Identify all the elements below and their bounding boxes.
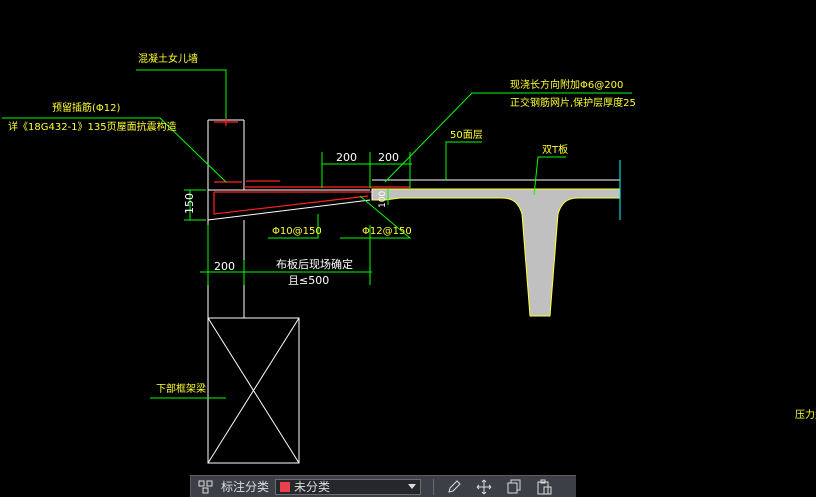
category-select[interactable]: 未分类 xyxy=(275,478,422,495)
paste-icon[interactable] xyxy=(532,478,556,496)
rebar-top-label: 预留插筋(Φ12) xyxy=(52,101,120,114)
parapet-wall xyxy=(207,119,245,190)
toolbar-divider xyxy=(433,478,435,495)
beam-label: 下部框架梁 xyxy=(156,382,206,395)
dim-200a: 200 xyxy=(336,151,357,164)
frame-beam-box xyxy=(207,317,300,464)
rebar-detail-label: 详《18G432-1》135页屋面抗震构造 xyxy=(8,120,177,133)
seat-note-2-label: 且≤500 xyxy=(288,274,329,287)
bar-1-label: Φ10@150 xyxy=(272,226,322,237)
mesh-top-label: 现浇长方向附加Φ6@200 xyxy=(510,78,623,91)
dim-200b: 200 xyxy=(378,151,399,164)
edit-icon[interactable] xyxy=(442,478,466,496)
mesh-detail-label: 正交钢筋网片,保护层厚度25 xyxy=(510,96,636,109)
layers-icon[interactable] xyxy=(197,479,215,495)
chevron-down-icon xyxy=(408,484,417,489)
bar-2-label: Φ12@150 xyxy=(362,226,412,237)
double-tee-label: 双T板 xyxy=(542,143,568,156)
dim-100: 100 xyxy=(378,191,388,208)
parapet-label: 混凝土女儿墙 xyxy=(138,52,198,65)
category-label: 标注分类 xyxy=(221,480,270,494)
cad-drawing: 混凝土女儿墙 预留插筋(Φ12) 详《18G432-1》135页屋面抗震构造 现… xyxy=(2,52,816,464)
category-selected: 未分类 xyxy=(294,480,331,494)
right-edge-label: 压力型 xyxy=(795,408,816,421)
copy-icon[interactable] xyxy=(502,478,526,496)
double-tee-slab xyxy=(371,188,621,317)
dim-150: 150 xyxy=(183,193,196,214)
seat-note-1-label: 布板后现场确定 xyxy=(276,257,353,271)
surface-layer-label: 50面层 xyxy=(450,129,483,141)
annotation-toolbar: 标注分类 未分类 xyxy=(190,475,576,497)
category-swatch xyxy=(280,481,291,492)
move-icon[interactable] xyxy=(472,478,496,496)
dim-200c: 200 xyxy=(214,260,235,273)
